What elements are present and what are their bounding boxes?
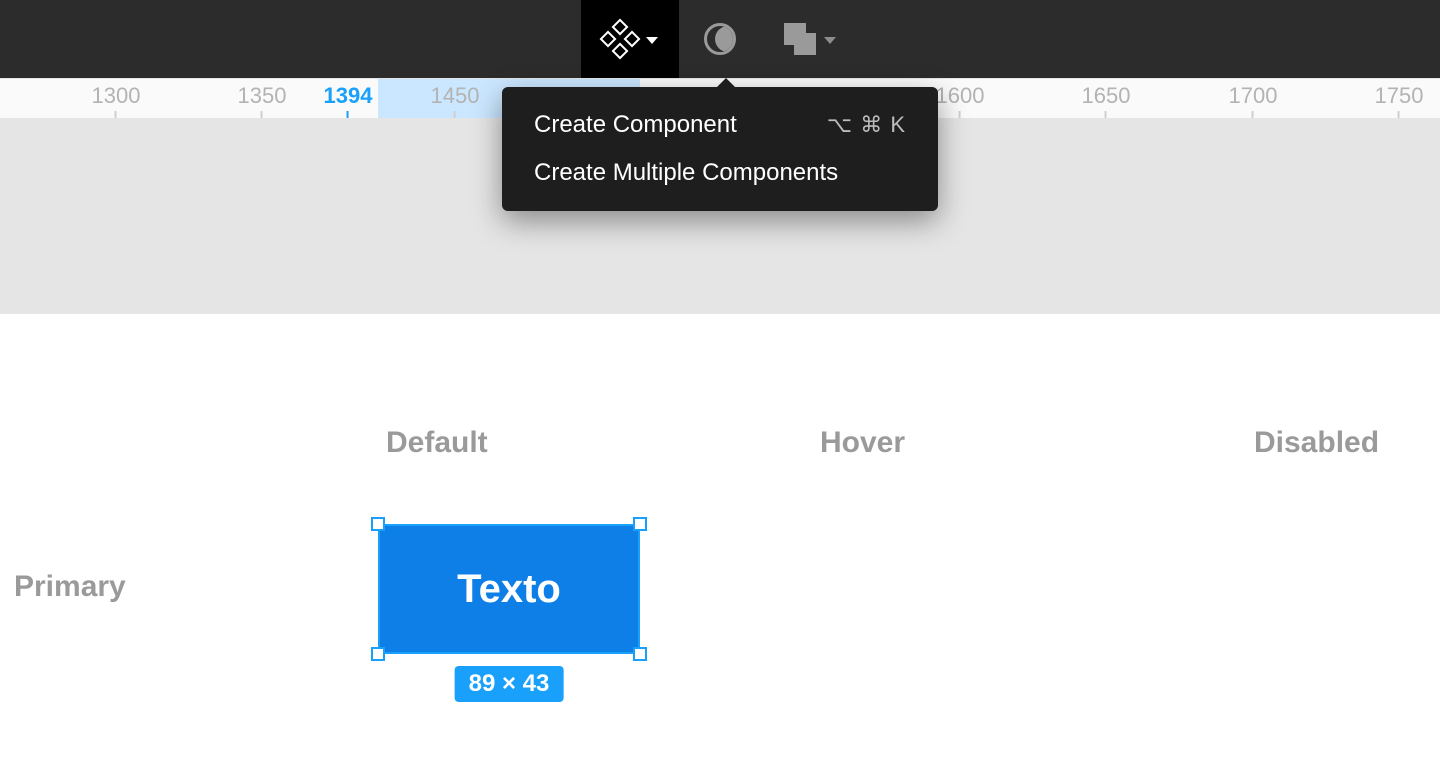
ruler-tick: 1650 bbox=[1082, 83, 1131, 118]
menu-item-shortcut: ⌥ ⌘ K bbox=[827, 112, 906, 138]
chevron-down-icon bbox=[824, 37, 836, 44]
ruler-tick: 1350 bbox=[238, 83, 287, 118]
chevron-down-icon bbox=[646, 37, 658, 44]
ruler-tick: 1750 bbox=[1375, 83, 1424, 118]
menu-create-component[interactable]: Create Component ⌥ ⌘ K bbox=[502, 101, 938, 149]
button-primary-default[interactable]: Texto bbox=[378, 524, 640, 654]
ruler-tick: 1300 bbox=[92, 83, 141, 118]
column-label: Default bbox=[386, 426, 488, 460]
menu-create-multiple-components[interactable]: Create Multiple Components bbox=[502, 149, 938, 197]
component-dropdown: Create Component ⌥ ⌘ K Create Multiple C… bbox=[502, 87, 938, 211]
component-icon bbox=[602, 21, 638, 57]
create-component-tool[interactable] bbox=[581, 0, 679, 78]
toolbar bbox=[0, 0, 1440, 78]
menu-item-label: Create Multiple Components bbox=[534, 159, 838, 187]
column-label: Hover bbox=[820, 426, 905, 460]
ruler-tick: 1394 bbox=[324, 83, 373, 118]
mask-icon bbox=[704, 23, 736, 55]
boolean-tool[interactable] bbox=[761, 0, 859, 78]
menu-item-label: Create Component bbox=[534, 111, 737, 139]
resize-handle-tl[interactable] bbox=[371, 517, 385, 531]
resize-handle-bl[interactable] bbox=[371, 647, 385, 661]
ruler-tick: 1700 bbox=[1229, 83, 1278, 118]
resize-handle-br[interactable] bbox=[633, 647, 647, 661]
dropdown-caret bbox=[716, 78, 736, 88]
resize-handle-tr[interactable] bbox=[633, 517, 647, 531]
column-label: Disabled bbox=[1254, 426, 1379, 460]
canvas[interactable]: Default Hover Disabled Primary Texto 89 × … bbox=[0, 118, 1440, 781]
frame-background bbox=[0, 314, 1440, 781]
row-label: Primary bbox=[14, 570, 126, 604]
ruler-tick: 1600 bbox=[936, 83, 985, 118]
union-icon bbox=[784, 23, 816, 55]
selection-dimensions-badge: 89 × 43 bbox=[455, 666, 564, 702]
button-label: Texto bbox=[457, 567, 561, 612]
selected-element[interactable]: Texto 89 × 43 bbox=[378, 524, 640, 654]
mask-tool[interactable] bbox=[679, 0, 761, 78]
